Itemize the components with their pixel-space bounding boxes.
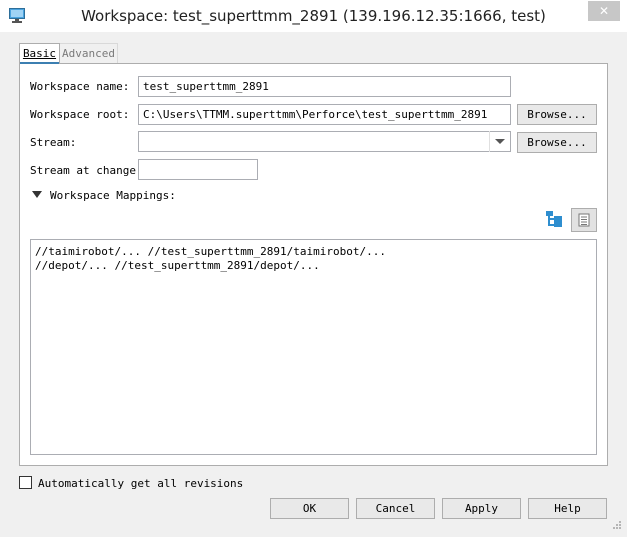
window-title: Workspace: test_superttmm_2891 (139.196.…: [81, 7, 546, 25]
chevron-down-icon[interactable]: [489, 131, 510, 152]
close-icon: ✕: [598, 4, 610, 18]
tab-advanced-label: Advanced: [62, 47, 115, 60]
close-button[interactable]: ✕: [588, 1, 620, 21]
auto-get-checkbox[interactable]: [19, 476, 32, 489]
workspace-root-label: Workspace root:: [30, 108, 130, 121]
help-button[interactable]: Help: [528, 498, 607, 519]
tab-basic-label: Basic: [22, 47, 57, 60]
workspace-root-field[interactable]: C:\Users\TTMM.superttmm\Perforce\test_su…: [138, 104, 511, 125]
workspace-name-field[interactable]: test_superttmm_2891: [138, 76, 511, 97]
stream-at-change-field[interactable]: [138, 159, 258, 180]
tab-advanced[interactable]: Advanced: [60, 43, 118, 64]
collapse-triangle-icon[interactable]: [32, 191, 42, 198]
stream-at-change-label: Stream at change:: [30, 164, 143, 177]
active-tab-indicator: [20, 62, 59, 64]
workspace-mappings-editor[interactable]: //taimirobot/... //test_superttmm_2891/t…: [30, 239, 597, 455]
stream-label: Stream:: [30, 136, 77, 149]
resize-grip-icon[interactable]: [608, 518, 622, 532]
text-view-icon: [578, 213, 590, 227]
cancel-button[interactable]: Cancel: [356, 498, 435, 519]
workspace-mappings-label: Workspace Mappings:: [50, 189, 176, 202]
workspace-name-label: Workspace name:: [30, 80, 130, 93]
ok-button[interactable]: OK: [270, 498, 349, 519]
stream-combobox[interactable]: [138, 131, 511, 152]
auto-get-label: Automatically get all revisions: [38, 477, 244, 490]
browse-stream-button[interactable]: Browse...: [517, 132, 597, 153]
text-view-button[interactable]: [571, 208, 597, 232]
mapping-line: //depot/... //test_superttmm_2891/depot/…: [35, 259, 320, 272]
apply-button[interactable]: Apply: [442, 498, 521, 519]
browse-root-button[interactable]: Browse...: [517, 104, 597, 125]
mapping-line: //taimirobot/... //test_superttmm_2891/t…: [35, 245, 386, 258]
tab-basic[interactable]: Basic: [19, 43, 60, 64]
tree-view-icon[interactable]: [541, 208, 567, 232]
